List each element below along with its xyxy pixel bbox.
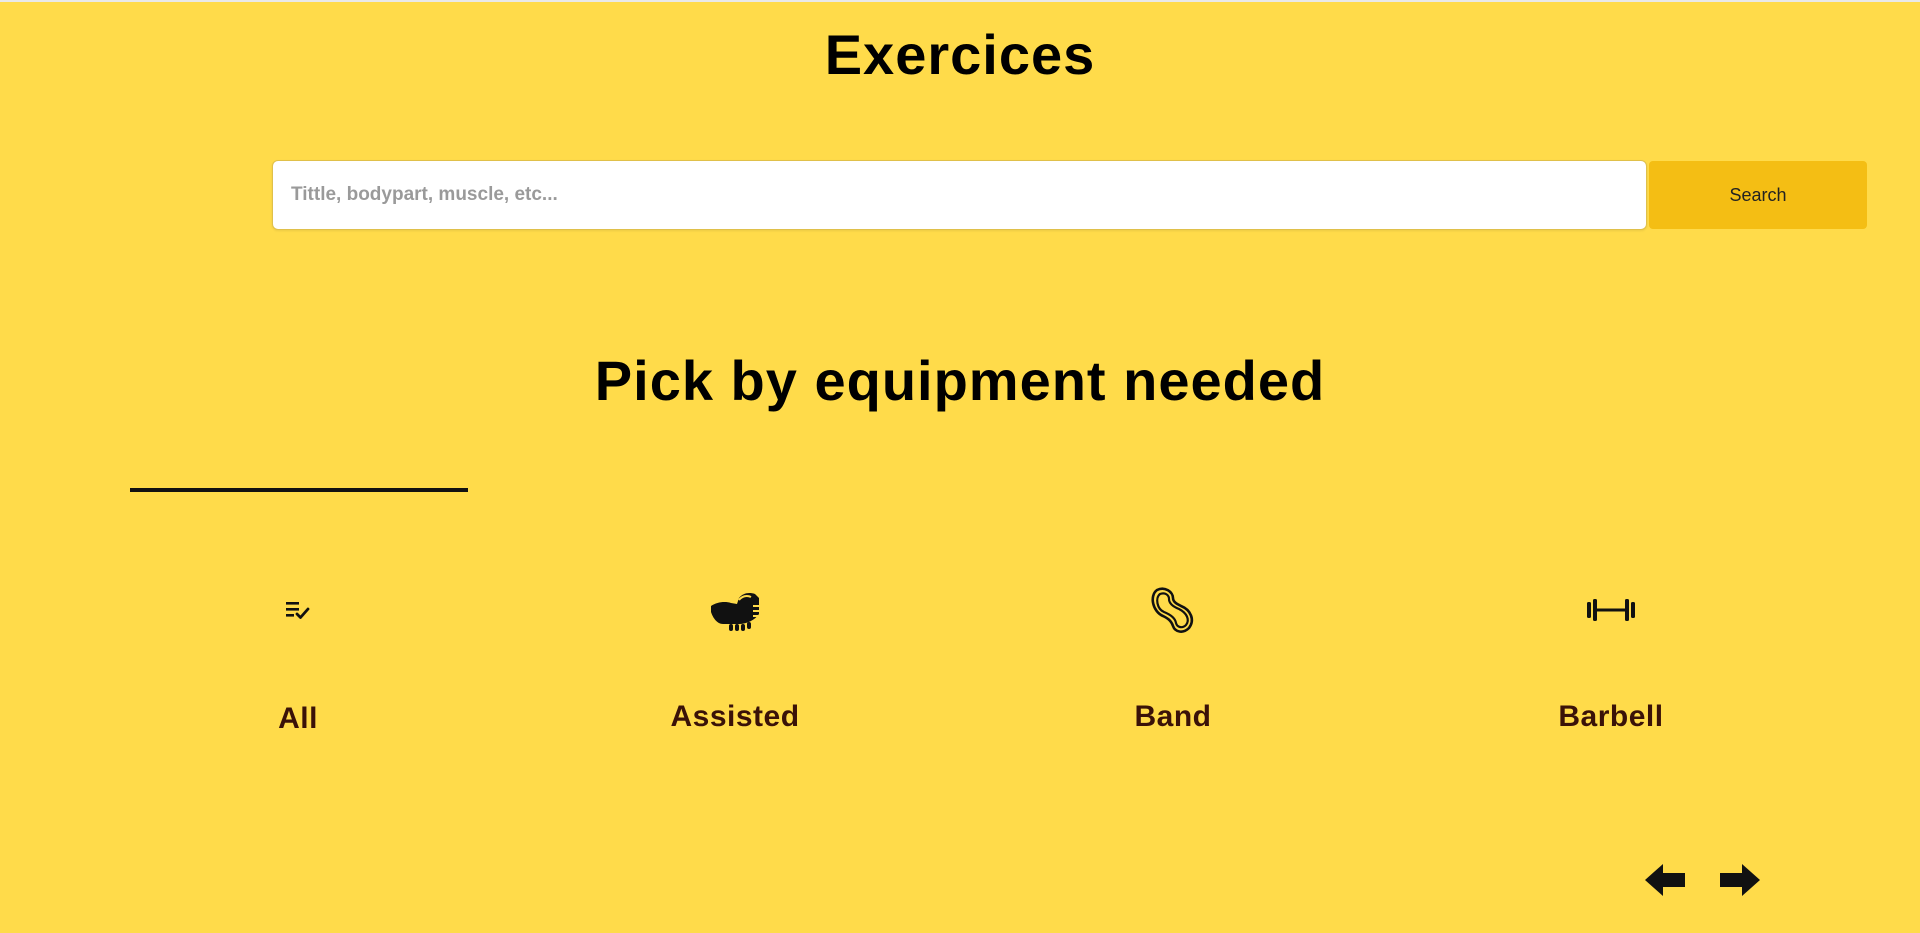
prev-arrow-button[interactable] <box>1643 862 1687 902</box>
section-title: Pick by equipment needed <box>594 349 1326 412</box>
equipment-label-assisted: Assisted <box>670 700 800 733</box>
search-button[interactable]: Search <box>1649 161 1867 229</box>
equipment-card-band[interactable]: Band <box>1023 560 1323 760</box>
top-border <box>0 0 1920 2</box>
checklist-icon <box>272 584 324 636</box>
resistance-band-icon <box>1147 584 1199 636</box>
assisted-hand-icon <box>709 584 761 636</box>
page-title: Exercices <box>824 23 1096 86</box>
search-input[interactable] <box>272 160 1647 230</box>
active-tab-indicator <box>130 488 468 492</box>
arrow-left-icon <box>1645 863 1685 902</box>
search-bar: Search <box>272 160 1867 230</box>
equipment-label-all: All <box>278 702 318 735</box>
equipment-list: All Assisted Band Barbell <box>0 560 1920 760</box>
arrow-right-icon <box>1720 863 1760 902</box>
barbell-icon <box>1585 584 1637 636</box>
equipment-card-assisted[interactable]: Assisted <box>585 560 885 760</box>
equipment-card-all[interactable]: All <box>148 560 448 760</box>
equipment-label-barbell: Barbell <box>1558 700 1664 733</box>
next-arrow-button[interactable] <box>1718 862 1762 902</box>
equipment-label-band: Band <box>1134 700 1212 733</box>
equipment-card-barbell[interactable]: Barbell <box>1461 560 1761 760</box>
